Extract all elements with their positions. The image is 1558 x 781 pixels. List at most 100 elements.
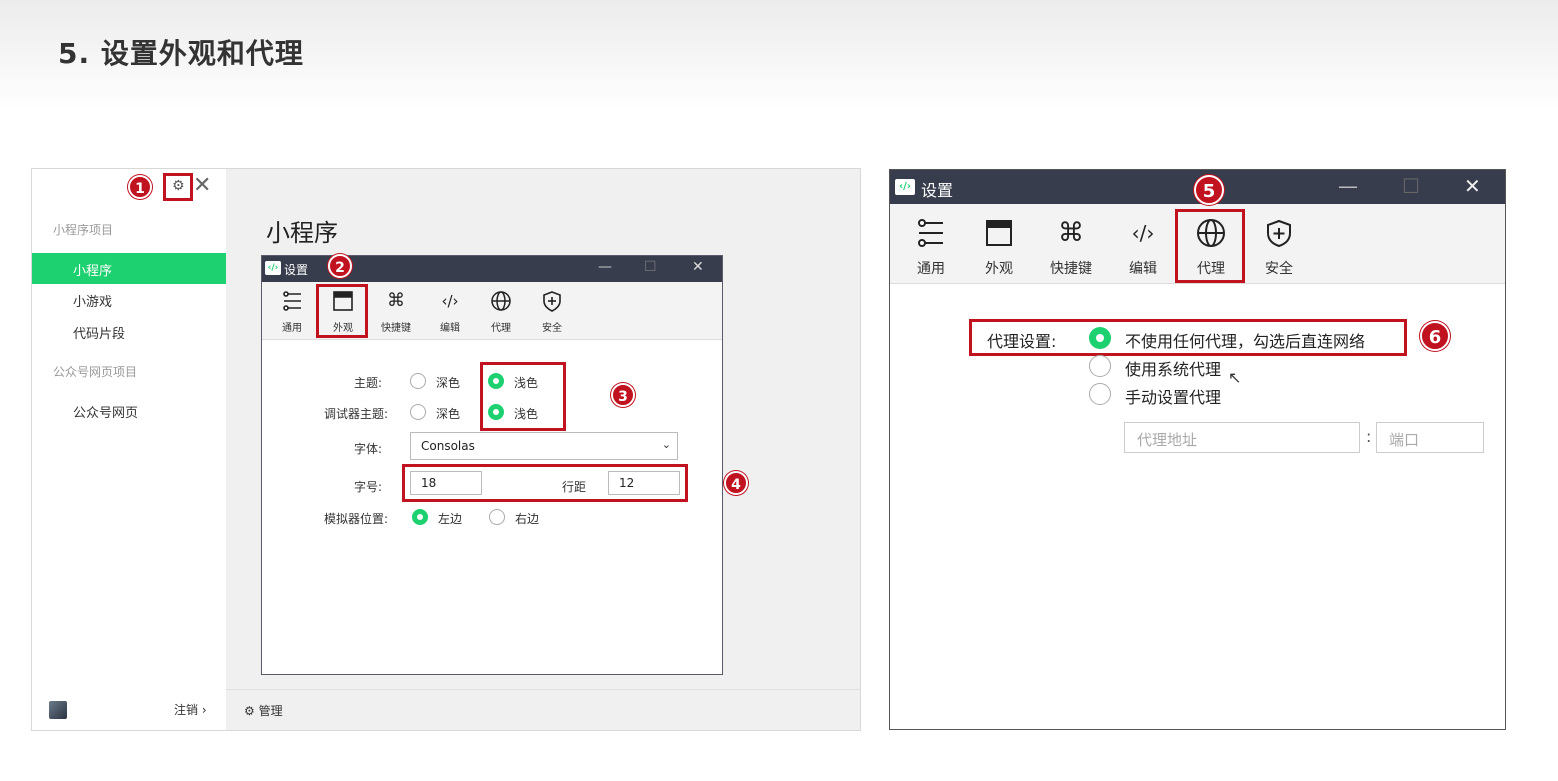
- close-icon[interactable]: ✕: [692, 259, 704, 275]
- option-label: 使用系统代理: [1125, 360, 1222, 379]
- highlight-box: [1175, 209, 1245, 283]
- theme-dark-radio[interactable]: [410, 373, 426, 389]
- chevron-down-icon: ⌄: [661, 438, 671, 451]
- step-badge-5: 5: [1194, 175, 1224, 205]
- close-icon[interactable]: ✕: [1464, 174, 1481, 198]
- tab-general[interactable]: 通用: [899, 204, 963, 282]
- sliders-icon: [918, 219, 943, 247]
- devtools-panel: ⚙ 1 ✕ 小程序项目 小程序 小游戏 代码片段 公众号网页项目 公众号网页 注…: [31, 168, 861, 731]
- project-sidebar: ⚙ 1 ✕ 小程序项目 小程序 小游戏 代码片段 公众号网页项目 公众号网页 注…: [32, 169, 226, 730]
- sidebar-item-webpage[interactable]: 公众号网页: [73, 402, 138, 421]
- window-titlebar: ‹/› 设置 2 — ☐ ✕: [262, 254, 722, 282]
- option-label: 深色: [436, 376, 461, 390]
- manual-proxy-radio[interactable]: [1089, 383, 1111, 405]
- step-badge-4: 4: [724, 471, 748, 495]
- window-icon: [986, 220, 1012, 246]
- maximize-icon[interactable]: ☐: [1402, 174, 1420, 198]
- shield-icon: [1267, 219, 1291, 248]
- option-label: 不使用任何代理，勾选后直连网络: [1125, 332, 1366, 351]
- sliders-icon: [283, 291, 301, 311]
- step-badge-6: 6: [1420, 321, 1450, 351]
- tab-label: 编辑: [440, 323, 460, 334]
- option-label: 右边: [515, 512, 540, 526]
- option-label: 深色: [436, 407, 461, 421]
- tab-appearance[interactable]: 外观: [967, 204, 1031, 282]
- debugger-theme-label: 调试器主题:: [323, 407, 388, 421]
- close-icon[interactable]: ✕: [193, 173, 211, 198]
- gear-icon: ⚙: [172, 178, 185, 194]
- font-select[interactable]: Consolas ⌄: [410, 432, 678, 460]
- highlight-box: [402, 464, 688, 502]
- proxy-address-input[interactable]: 代理地址: [1124, 422, 1360, 453]
- address-port-separator: :: [1366, 427, 1372, 446]
- step-badge-1: 1: [128, 175, 152, 199]
- settings-toolbar: 通用 外观 ⌘ 快捷键 ‹/› 编辑 代理 安全: [262, 282, 722, 340]
- option-label: 手动设置代理: [1125, 388, 1222, 407]
- tab-editor[interactable]: ‹/› 编辑: [1111, 204, 1175, 282]
- theme-label: 主题:: [353, 376, 382, 390]
- minimize-icon[interactable]: —: [598, 259, 612, 275]
- debugger-theme-dark-radio[interactable]: [410, 404, 426, 420]
- sidebar-group-miniprogram: 小程序项目: [53, 223, 114, 237]
- settings-window: ‹/› 设置 2 — ☐ ✕ 通用 外观 ⌘ 快捷键 ‹/› 编辑 代理 安全 …: [261, 254, 723, 675]
- page-title: 小程序: [266, 219, 338, 247]
- footer-bar: ⚙ 管理: [226, 689, 860, 730]
- simulator-position-label: 模拟器位置:: [323, 512, 388, 526]
- no-proxy-radio[interactable]: [1089, 327, 1111, 349]
- sidebar-item-label: 小程序: [73, 264, 113, 279]
- window-title: 设置: [284, 263, 309, 277]
- highlight-box: [316, 284, 368, 338]
- font-select-value: Consolas: [421, 439, 475, 453]
- logout-button[interactable]: 注销 ›: [174, 701, 207, 718]
- proxy-settings-window: ‹/› 设置 — ☐ ✕ 通用 外观 ⌘ 快捷键 ‹/› 编辑 代理 安全 5 …: [889, 169, 1506, 730]
- tab-label: 通用: [917, 261, 945, 277]
- highlight-box: [480, 362, 566, 431]
- simulator-right-radio[interactable]: [489, 509, 505, 525]
- code-icon: ‹/›: [1131, 221, 1155, 245]
- simulator-left-radio[interactable]: [412, 509, 428, 525]
- tab-label: 安全: [1265, 261, 1293, 277]
- proxy-port-input[interactable]: 端口: [1376, 422, 1484, 453]
- system-proxy-radio[interactable]: [1089, 355, 1111, 377]
- step-badge-3: 3: [611, 383, 635, 407]
- manage-button[interactable]: ⚙ 管理: [244, 702, 283, 719]
- tab-label: 快捷键: [1050, 261, 1092, 277]
- tab-label: 代理: [491, 323, 511, 334]
- minimize-icon[interactable]: —: [1338, 174, 1358, 198]
- avatar[interactable]: [49, 701, 67, 719]
- tab-proxy[interactable]: 代理: [476, 282, 526, 338]
- settings-button[interactable]: ⚙: [163, 173, 193, 201]
- manage-label: 管理: [258, 704, 283, 718]
- tab-general[interactable]: 通用: [267, 282, 317, 338]
- option-label: 左边: [438, 512, 463, 526]
- tab-security[interactable]: 安全: [527, 282, 577, 338]
- tab-label: 外观: [985, 261, 1013, 277]
- tab-shortcuts[interactable]: ⌘ 快捷键: [371, 282, 421, 338]
- sidebar-item-code-snippet[interactable]: 代码片段: [73, 323, 125, 342]
- command-icon: ⌘: [1058, 218, 1084, 248]
- tab-editor[interactable]: ‹/› 编辑: [425, 282, 475, 338]
- step-badge-2: 2: [328, 254, 352, 278]
- main-area: 小程序 ‹/› 设置 2 — ☐ ✕ 通用 外观 ⌘ 快捷键 ‹/› 编辑 代理…: [226, 169, 860, 689]
- window-title: 设置: [921, 181, 954, 200]
- tab-label: 通用: [282, 323, 302, 334]
- gear-icon: ⚙: [244, 704, 255, 718]
- tab-label: 快捷键: [381, 323, 411, 334]
- settings-toolbar: 通用 外观 ⌘ 快捷键 ‹/› 编辑 代理 安全: [890, 204, 1505, 284]
- shield-icon: [543, 291, 561, 312]
- proxy-settings-label: 代理设置:: [987, 332, 1057, 351]
- code-icon: ‹/›: [441, 292, 459, 310]
- font-size-label: 字号:: [353, 480, 382, 494]
- app-logo-icon: ‹/›: [895, 179, 915, 195]
- tab-security[interactable]: 安全: [1247, 204, 1311, 282]
- maximize-icon[interactable]: ☐: [644, 259, 657, 275]
- mouse-cursor-icon: ↖: [1228, 368, 1242, 387]
- tab-shortcuts[interactable]: ⌘ 快捷键: [1039, 204, 1103, 282]
- tab-label: 编辑: [1129, 261, 1157, 277]
- sidebar-group-webpage: 公众号网页项目: [53, 365, 138, 379]
- app-logo-icon: ‹/›: [265, 261, 281, 275]
- sidebar-item-minigame[interactable]: 小游戏: [73, 291, 112, 310]
- font-label: 字体:: [353, 442, 382, 456]
- sidebar-item-miniprogram[interactable]: 小程序: [32, 253, 226, 284]
- command-icon: ⌘: [387, 290, 405, 311]
